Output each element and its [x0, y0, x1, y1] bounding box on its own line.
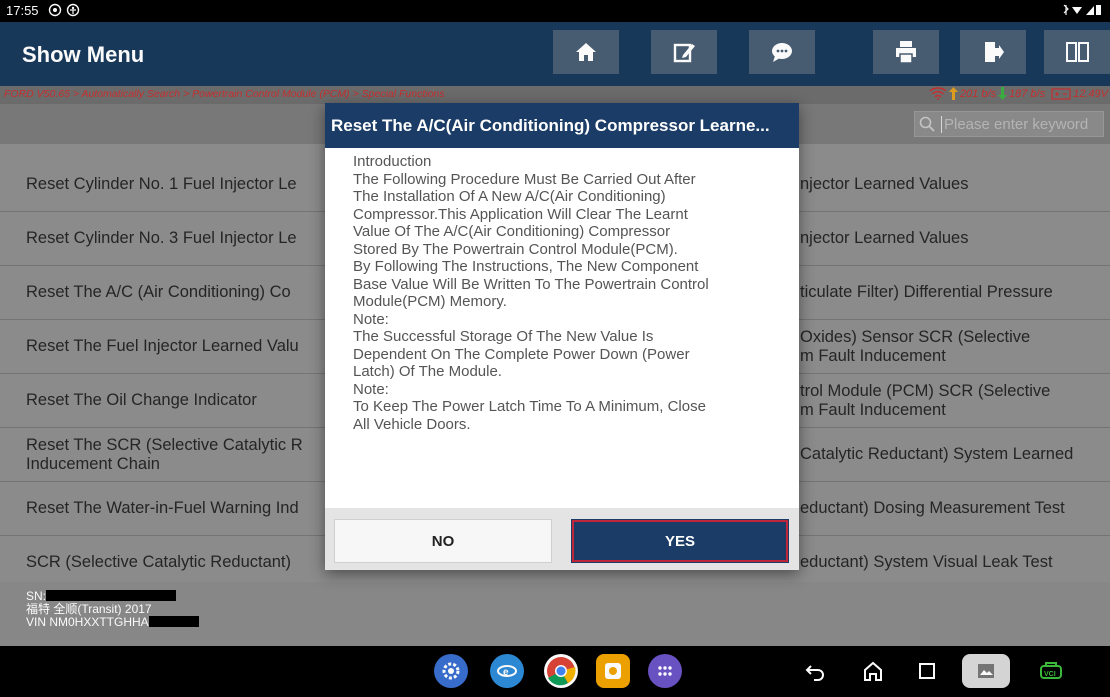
dialog-text-line: By Following The Instructions, The New C…	[353, 258, 699, 275]
dialog-text-line: To Keep The Power Latch Time To A Minimu…	[353, 398, 706, 415]
dialog-text-line: Note:	[353, 380, 389, 398]
no-button[interactable]: NO	[334, 519, 552, 563]
dialog-text-line: Value Of The A/C(Air Conditioning) Compr…	[353, 223, 671, 240]
dialog-footer: NO YES	[325, 508, 799, 570]
app-window: 17:55 Show Menu FORD V50.65 > Automatica…	[0, 0, 1110, 697]
dialog-text-line: Base Value Will Be Written To The Powert…	[353, 275, 709, 293]
dialog-text-line: Note:	[353, 310, 389, 328]
reset-ac-compressor-dialog: Reset The A/C(Air Conditioning) Compress…	[325, 103, 799, 570]
dialog-text-line: The Successful Storage Of The New Value …	[353, 328, 654, 345]
dialog-text-line: Compressor.This Application Will Clear T…	[353, 205, 688, 223]
dialog-text-line: Introduction	[353, 153, 432, 170]
dialog-text-line: Module(PCM) Memory.	[353, 293, 507, 310]
dialog-text-line: The Installation Of A New A/C(Air Condit…	[353, 188, 666, 205]
dialog-body: Introduction The Following Procedure Must…	[353, 153, 783, 548]
dialog-text-line: All Vehicle Doors.	[353, 415, 471, 433]
dialog-text-line: The Following Procedure Must Be Carried …	[353, 170, 696, 188]
dialog-text-line: Latch) Of The Module.	[353, 363, 502, 380]
dialog-title: Reset The A/C(Air Conditioning) Compress…	[325, 103, 799, 148]
dialog-text-line: Dependent On The Complete Power Down (Po…	[353, 345, 690, 363]
dialog-text-line: Stored By The Powertrain Control Module(…	[353, 240, 678, 258]
yes-button[interactable]: YES	[571, 519, 789, 563]
